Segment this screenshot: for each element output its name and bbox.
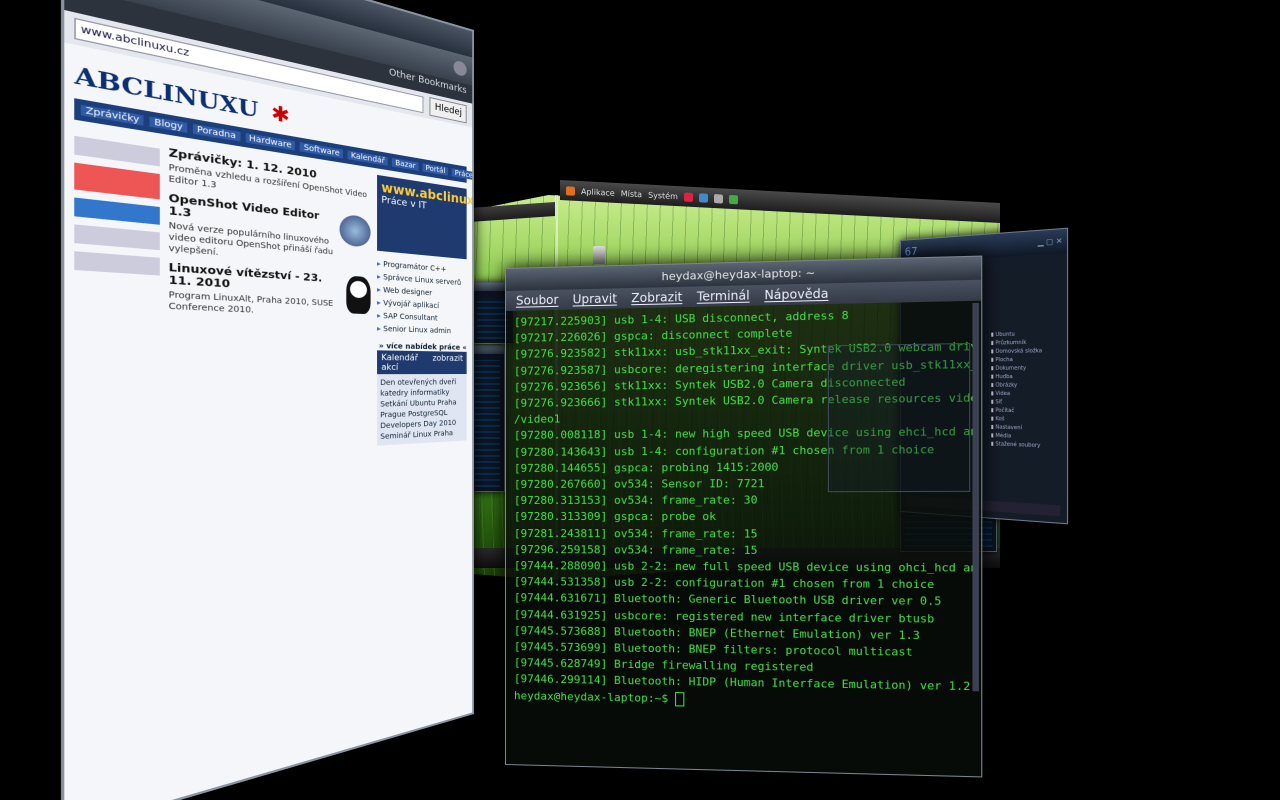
right-column: www.abclinuxu.cz Práce v IT Programátor …: [377, 174, 474, 446]
reload-button-icon[interactable]: [140, 0, 162, 1]
menu-places[interactable]: Místa: [621, 189, 642, 199]
calendar-more-link[interactable]: zobrazit: [432, 353, 462, 372]
nav-tab[interactable]: Hardware: [245, 132, 296, 151]
nav-tab[interactable]: Zprávičky: [80, 104, 144, 126]
browser-window[interactable]: Other Bookmarks www.abclinuxu.cz Hledej …: [60, 0, 475, 800]
nav-tab[interactable]: Bazar: [392, 157, 419, 171]
window-controls-icon[interactable]: ▁ ▢ ✕: [1038, 237, 1063, 247]
clock-readout: 67: [904, 244, 918, 259]
job-list: Programátor C++ Správce Linux serverů We…: [377, 257, 467, 338]
ubuntu-logo-icon[interactable]: [566, 185, 575, 196]
menu-terminal[interactable]: Terminál: [697, 288, 750, 304]
menu-applications[interactable]: Aplikace: [581, 187, 615, 198]
settings-wrench-icon[interactable]: [453, 59, 467, 78]
terminal-line: [97280.313153] ov534: frame_rate: 30: [513, 493, 758, 508]
list-item[interactable]: Stažené soubory: [991, 440, 1067, 451]
menu-zobrazit[interactable]: Zobrazit: [631, 290, 682, 305]
left-column: [74, 128, 160, 464]
nav-tab[interactable]: Kalendář: [347, 150, 388, 166]
calendar-item[interactable]: Den otevřených dveří katedry informatiky: [380, 377, 464, 399]
list-item[interactable]: Dokumenty: [991, 364, 1067, 373]
calendar-header: Kalendář akcí zobrazit: [377, 350, 467, 375]
list-item[interactable]: Hudba: [991, 373, 1067, 382]
terminal-title: heydax@heydax-laptop: ~: [661, 265, 816, 283]
terminal-line: [97296.259158] ov534: frame_rate: 15: [513, 542, 758, 557]
terminal-line: [97280.313309] gspca: probe ok: [513, 510, 717, 524]
nav-tab[interactable]: Software: [300, 142, 344, 159]
help-launcher-icon[interactable]: [713, 193, 723, 204]
tux-penguin-icon: [346, 275, 371, 315]
shell-prompt: heydax@heydax-laptop:~$: [513, 688, 676, 705]
mail-launcher-icon[interactable]: [698, 192, 708, 203]
terminal-line: [97281.243811] ov534: frame_rate: 15: [513, 526, 758, 541]
left-banner-blue[interactable]: [74, 197, 160, 225]
firefox-launcher-icon[interactable]: [683, 191, 693, 202]
left-banner[interactable]: [74, 135, 160, 167]
article: Linuxové vítězství - 23. 11. 2010 Progra…: [169, 262, 371, 321]
desktop-cube-scene: Aplikace Místa Systém 67 ▁ ▢ ✕ Ubuntu Pr…: [0, 0, 1280, 800]
left-banner[interactable]: [74, 251, 160, 276]
terminal-output[interactable]: [97217.225903] usb 1-4: USB disconnect, …: [506, 301, 981, 771]
job-link[interactable]: Senior Linux admin: [377, 322, 467, 338]
articles-column: Zprávičky: 1. 12. 2010 Proměna vzhledu a…: [169, 142, 371, 457]
redhat-logo-icon[interactable]: ✱: [271, 100, 290, 128]
calendar-list: Den otevřených dveří katedry informatiky…: [377, 374, 467, 446]
jobs-ad[interactable]: www.abclinuxu.cz Práce v IT: [377, 174, 474, 260]
terminal-scrollbar[interactable]: [972, 302, 980, 692]
menu-soubor[interactable]: Soubor: [516, 293, 559, 308]
nav-tab[interactable]: Portál: [422, 163, 449, 176]
menu-system[interactable]: Systém: [648, 190, 678, 201]
more-jobs-link[interactable]: » více nabídek práce «: [377, 342, 467, 352]
nav-tab[interactable]: Poradna: [192, 123, 240, 142]
calendar-title: Kalendář akcí: [381, 352, 418, 372]
terminal-launcher-icon[interactable]: [728, 194, 738, 204]
left-banner[interactable]: [74, 224, 160, 251]
desktop-device-icon[interactable]: [593, 246, 605, 264]
text-cursor: [675, 691, 685, 707]
menu-napoveda[interactable]: Nápověda: [764, 286, 828, 302]
nav-tab[interactable]: Blogy: [149, 116, 188, 133]
nav-tab[interactable]: Práce: [451, 168, 475, 181]
terminal-window[interactable]: heydax@heydax-laptop: ~ Soubor Upravit Z…: [505, 255, 983, 778]
background-window-reflection: [827, 342, 971, 493]
page-columns: Zprávičky: 1. 12. 2010 Proměna vzhledu a…: [74, 128, 474, 464]
menu-upravit[interactable]: Upravit: [573, 291, 617, 306]
left-banner-red[interactable]: [74, 162, 160, 200]
